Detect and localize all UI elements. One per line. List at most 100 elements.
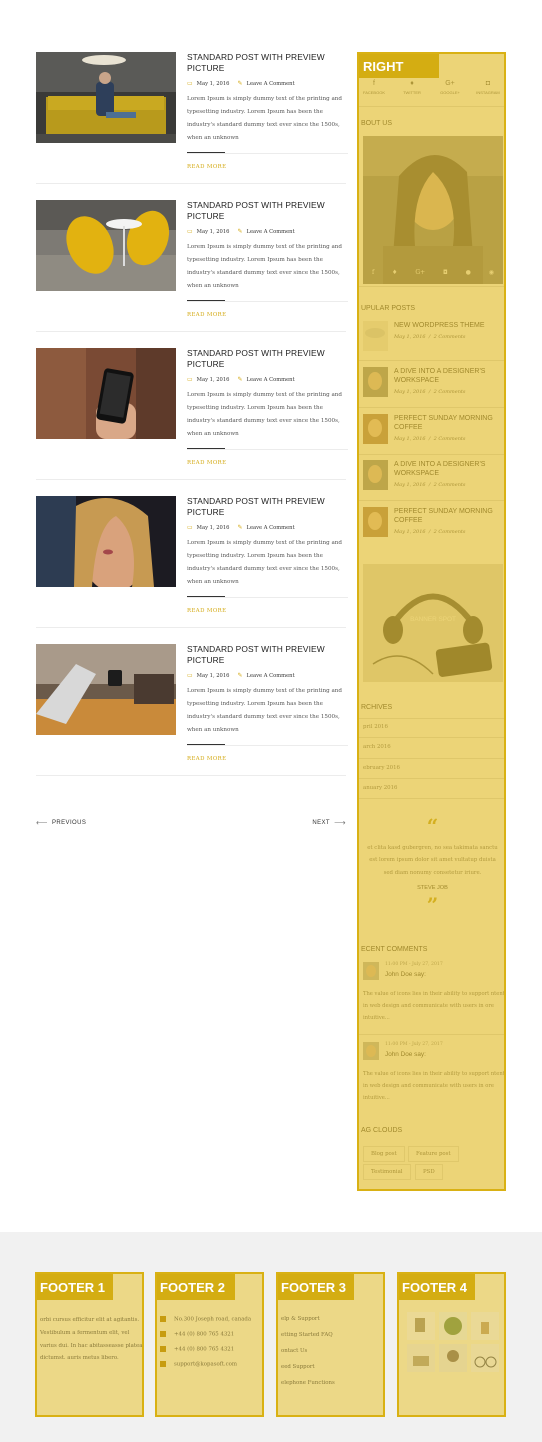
footer-column-3: FOOTER 3 elp & Support etting Started FA… <box>276 1272 385 1417</box>
footer-link[interactable]: elephone Functions <box>281 1380 335 1386</box>
footer-link[interactable]: ontact Us <box>281 1348 307 1354</box>
archive-link[interactable]: anuary 2016 <box>363 785 397 791</box>
archive-link[interactable]: ebruary 2016 <box>363 765 400 771</box>
gallery-thumb[interactable] <box>407 1344 435 1372</box>
footer-fax-text: +44 (0) 800 765 4321 <box>174 1346 235 1353</box>
divider <box>36 775 346 776</box>
divider <box>359 407 504 408</box>
next-link[interactable]: NEXT ⟶ <box>312 818 346 827</box>
tag-link[interactable]: PSD <box>415 1164 443 1180</box>
tag-link[interactable]: Blog post <box>363 1146 405 1162</box>
twitter-icon: ♦ <box>410 80 414 87</box>
popular-post-meta: May 1, 2016 / 2 Comments <box>394 482 466 488</box>
post-date: May 1, 2016 <box>196 80 230 87</box>
read-more-link[interactable]: READ MORE <box>187 164 348 170</box>
avatar <box>363 1042 379 1060</box>
popular-post-title: PERFECT SUNDAY MORNING COFFEE <box>394 508 493 524</box>
divider <box>359 286 504 287</box>
popular-post-thumb <box>363 414 388 444</box>
popular-post-title: PERFECT SUNDAY MORNING COFFEE <box>394 415 493 431</box>
footer-phone: +44 (0) 800 765 4321 <box>160 1331 234 1338</box>
post-title[interactable]: STANDARD POST WITH PREVIEW PICTURE <box>187 200 348 222</box>
social-facebook[interactable]: f FACEBOOK <box>359 80 389 95</box>
popular-post-thumb <box>363 367 388 397</box>
popular-post[interactable]: PERFECT SUNDAY MORNING COFFEE May 1, 201… <box>363 507 503 541</box>
pinterest-icon[interactable]: ● <box>466 269 471 276</box>
tag-link[interactable]: Testimonial <box>363 1164 411 1180</box>
gallery-thumb[interactable] <box>471 1312 499 1340</box>
post-thumbnail[interactable] <box>36 496 176 587</box>
quote-open-icon: “ <box>426 814 439 838</box>
read-more-link[interactable]: READ MORE <box>187 756 348 762</box>
post-thumbnail[interactable] <box>36 644 176 735</box>
google-plus-icon[interactable]: G+ <box>415 269 425 276</box>
post-title[interactable]: STANDARD POST WITH PREVIEW PICTURE <box>187 496 348 518</box>
popular-posts-title: UPULAR POSTS <box>361 305 416 312</box>
post-title[interactable]: STANDARD POST WITH PREVIEW PICTURE <box>187 348 348 370</box>
archive-link[interactable]: arch 2016 <box>363 744 391 750</box>
calendar-icon: ▭ <box>187 228 193 235</box>
banner-spot[interactable]: BANNER SPOT <box>363 564 503 682</box>
tag-link[interactable]: Feature post <box>408 1146 459 1162</box>
post-thumbnail[interactable] <box>36 52 176 143</box>
recent-comments-title: ECENT COMMENTS <box>361 946 428 953</box>
twitter-icon[interactable]: ♦ <box>392 269 397 276</box>
comment-date: 11:00 PM - July 27, 2017 <box>385 1042 443 1047</box>
popular-post-comments: 2 Comments <box>433 482 466 488</box>
social-instagram[interactable]: ◘ INSTAGRAM <box>473 80 503 95</box>
divider <box>187 299 348 302</box>
divider <box>359 500 504 501</box>
post-excerpt: Lorem Ipsum is simply dummy text of the … <box>187 96 342 141</box>
read-more-link[interactable]: READ MORE <box>187 608 348 614</box>
post-comments[interactable]: Leave A Comment <box>247 673 295 679</box>
read-more-link[interactable]: READ MORE <box>187 460 348 466</box>
footer-email-text: support@kopasoft.com <box>174 1361 237 1368</box>
previous-link[interactable]: ⟵ PREVIOUS <box>36 818 86 827</box>
footer-email[interactable]: support@kopasoft.com <box>160 1361 237 1368</box>
calendar-icon: ▭ <box>187 524 193 531</box>
facebook-icon[interactable]: f <box>372 269 374 276</box>
footer-fax: +44 (0) 800 765 4321 <box>160 1346 234 1353</box>
dribbble-icon[interactable]: ◉ <box>489 269 494 276</box>
gallery-thumb[interactable] <box>407 1312 435 1340</box>
post-comments[interactable]: Leave A Comment <box>247 81 295 87</box>
comment-text: The value of icons lies in their ability… <box>363 991 505 1021</box>
popular-post[interactable]: A DIVE INTO A DESIGNER'S WORKSPACE May 1… <box>363 367 503 401</box>
read-more-link[interactable]: READ MORE <box>187 312 348 318</box>
post-title[interactable]: STANDARD POST WITH PREVIEW PICTURE <box>187 52 348 74</box>
post-comments[interactable]: Leave A Comment <box>247 229 295 235</box>
post-title[interactable]: STANDARD POST WITH PREVIEW PICTURE <box>187 644 348 666</box>
quote-author: STEVE JOB <box>417 885 448 892</box>
instagram-icon[interactable]: ◘ <box>443 269 448 276</box>
popular-post[interactable]: NEW WORDPRESS THEME May 1, 2016 / 2 Comm… <box>363 321 503 355</box>
divider <box>187 743 348 746</box>
post-comments[interactable]: Leave A Comment <box>247 525 295 531</box>
mail-icon <box>160 1361 166 1367</box>
footer-label: FOOTER 1 <box>37 1274 113 1300</box>
post-comments[interactable]: Leave A Comment <box>247 377 295 383</box>
popular-post[interactable]: A DIVE INTO A DESIGNER'S WORKSPACE May 1… <box>363 460 503 494</box>
footer-link[interactable]: etting Started FAQ <box>281 1332 333 1338</box>
gallery-thumb[interactable] <box>439 1312 467 1340</box>
post-meta: ▭ May 1, 2016 ✎ Leave A Comment <box>187 80 348 87</box>
popular-post[interactable]: PERFECT SUNDAY MORNING COFFEE May 1, 201… <box>363 414 503 448</box>
gallery-thumb[interactable] <box>471 1344 499 1372</box>
social-google[interactable]: G+ GOOGLE+ <box>435 80 465 95</box>
footer-link[interactable]: elp & Support <box>281 1316 320 1322</box>
social-twitter[interactable]: ♦ TWITTER <box>397 80 427 95</box>
post-thumbnail[interactable] <box>36 348 176 439</box>
post-thumbnail[interactable] <box>36 200 176 291</box>
social-label: FACEBOOK <box>362 90 385 95</box>
social-label: GOOGLE+ <box>440 90 460 95</box>
comment-author[interactable]: John Doe say: <box>385 971 426 978</box>
comment-author[interactable]: John Doe say: <box>385 1051 426 1058</box>
gallery-thumb[interactable] <box>439 1344 467 1372</box>
popular-post-date: May 1, 2016 <box>394 482 426 488</box>
footer-link[interactable]: eed Support <box>281 1364 315 1370</box>
popular-post-title: A DIVE INTO A DESIGNER'S WORKSPACE <box>394 368 486 384</box>
archive-link[interactable]: pril 2016 <box>363 724 388 730</box>
calendar-icon: ▭ <box>187 376 193 383</box>
popular-post-meta: May 1, 2016 / 2 Comments <box>394 436 466 442</box>
quote-line: est lorem ipsum dolor sit amet vultatup … <box>369 857 496 864</box>
social-label: INSTAGRAM <box>476 90 500 95</box>
